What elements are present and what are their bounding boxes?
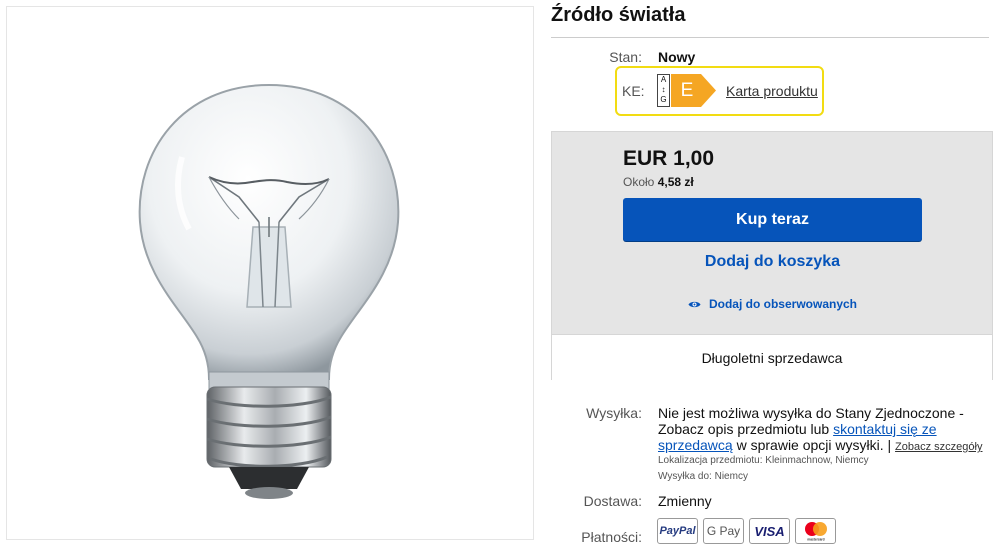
product-title: Źródło światła	[551, 4, 686, 26]
shipping-info: Nie jest możliwa wysyłka do Stany Zjedno…	[658, 405, 988, 455]
mastercard-wordmark: mastercard	[807, 538, 824, 542]
paypal-icon: PayPal	[657, 518, 698, 544]
item-location: Lokalizacja przedmiotu: Kleinmachnow, Ni…	[658, 455, 869, 466]
eye-icon	[688, 301, 701, 307]
seller-status: Długoletni sprzedawca	[552, 334, 992, 380]
shipping-text-2: w sprawie opcji wysyłki. |	[736, 437, 892, 453]
energy-class-arrow-icon[interactable]	[671, 74, 717, 107]
mastercard-logo: mastercard	[804, 522, 827, 542]
ships-to-value: Niemcy	[714, 471, 748, 482]
add-to-watchlist-button[interactable]: Dodaj do obserwowanych	[623, 295, 922, 313]
shipping-label: Wysyłka:	[586, 405, 642, 421]
product-sheet-link[interactable]: Karta produktu	[726, 83, 818, 99]
add-to-cart-button[interactable]: Dodaj do koszyka	[623, 250, 922, 274]
light-bulb-illustration	[138, 83, 400, 499]
visa-icon: VISA	[749, 518, 790, 544]
approx-value: 4,58 zł	[657, 175, 694, 189]
ships-to-label: Wysyłka do:	[658, 471, 712, 482]
energy-class-label: KE:	[622, 83, 645, 99]
watchlist-label: Dodaj do obserwowanych	[708, 297, 858, 311]
energy-scale-bottom: G	[660, 95, 667, 104]
google-pay-icon: G Pay	[703, 518, 744, 544]
condition-label: Stan:	[609, 49, 642, 65]
shipping-details-link[interactable]: Zobacz szczegóły	[895, 441, 982, 453]
energy-class-value: E	[680, 80, 694, 101]
approx-prefix: Około	[623, 175, 655, 189]
energy-scale-arrow-icon: ↕	[661, 85, 666, 94]
item-location-label: Lokalizacja przedmiotu:	[658, 455, 763, 466]
product-image[interactable]	[6, 6, 534, 540]
buy-now-button[interactable]: Kup teraz	[623, 198, 922, 241]
payments-label: Płatności:	[581, 529, 642, 545]
item-location-value: Kleinmachnow, Niemcy	[765, 455, 869, 466]
mastercard-icon: mastercard	[795, 518, 836, 544]
price: EUR 1,00	[623, 147, 715, 170]
delivery-value: Zmienny	[658, 493, 712, 509]
condition-value: Nowy	[658, 49, 696, 65]
delivery-label: Dostawa:	[583, 493, 642, 509]
approx-price: Około 4,58 zł	[623, 175, 694, 189]
energy-scale-icon[interactable]: A ↕ G	[657, 74, 670, 107]
energy-scale-top: A	[660, 75, 667, 84]
ships-to: Wysyłka do: Niemcy	[658, 471, 748, 482]
title-divider	[551, 37, 989, 38]
